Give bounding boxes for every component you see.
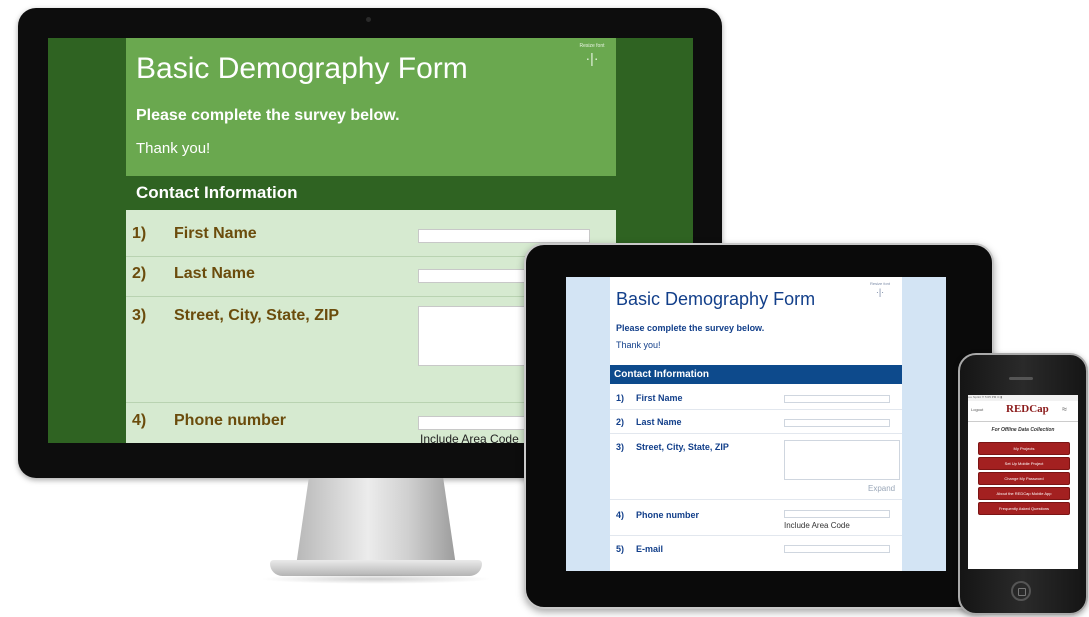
home-button[interactable] bbox=[1011, 581, 1031, 601]
phone-hint: Include Area Code bbox=[420, 432, 519, 443]
field-label-last-name: Last Name bbox=[636, 417, 682, 427]
field-label-phone: Phone number bbox=[174, 412, 287, 429]
redcap-logo: REDCap bbox=[1006, 403, 1049, 415]
change-password-button[interactable]: Change My Password bbox=[978, 472, 1070, 485]
phone-input[interactable] bbox=[784, 510, 890, 518]
field-label-first-name: First Name bbox=[636, 393, 683, 403]
first-name-input[interactable] bbox=[784, 395, 890, 403]
field-number: 1) bbox=[132, 225, 147, 242]
monitor-stand bbox=[296, 478, 456, 566]
field-number: 5) bbox=[616, 544, 625, 554]
setup-mobile-project-button[interactable]: Set Up Mobile Project bbox=[978, 457, 1070, 470]
first-name-input[interactable] bbox=[418, 229, 590, 243]
monitor-camera bbox=[366, 17, 371, 22]
field-number: 1) bbox=[616, 393, 625, 403]
phone-screen: •••• Sprint ✈ 5:05 PM ⊙ ▮ Logout REDCap … bbox=[968, 395, 1078, 569]
my-projects-button[interactable]: My Projects bbox=[978, 442, 1070, 455]
field-label-last-name: Last Name bbox=[174, 265, 255, 282]
resize-font-icon: ·|· bbox=[875, 287, 885, 297]
field-number: 2) bbox=[616, 417, 625, 427]
field-number: 3) bbox=[132, 307, 147, 324]
about-app-button[interactable]: About the REDCap Mobile App bbox=[978, 487, 1070, 500]
section-header: Contact Information bbox=[610, 365, 902, 384]
app-tagline: For Offline Data Collection bbox=[991, 427, 1055, 433]
tablet-screen: Basic Demography Form Resize font ·|· Pl… bbox=[566, 277, 946, 571]
form-instructions: Please complete the survey below. bbox=[136, 107, 400, 124]
phone-hint: Include Area Code bbox=[784, 521, 850, 530]
row-divider bbox=[610, 499, 902, 500]
resize-font-control[interactable]: Resize font ·|· bbox=[860, 281, 900, 298]
tablet-device: Basic Demography Form Resize font ·|· Pl… bbox=[524, 243, 994, 609]
field-number: 4) bbox=[616, 510, 625, 520]
logout-button[interactable]: Logout bbox=[971, 407, 983, 412]
desktop-form-header: Basic Demography Form Resize font ·|· Pl… bbox=[126, 38, 616, 176]
field-number: 2) bbox=[132, 265, 147, 282]
section-header: Contact Information bbox=[126, 176, 616, 210]
page-title: Basic Demography Form bbox=[616, 289, 816, 309]
row-divider bbox=[610, 535, 902, 536]
form-thanks: Thank you! bbox=[616, 340, 661, 350]
home-square-icon bbox=[1018, 588, 1026, 596]
phone-device: •••• Sprint ✈ 5:05 PM ⊙ ▮ Logout REDCap … bbox=[958, 353, 1088, 615]
section-title: Contact Information bbox=[136, 183, 298, 202]
form-instructions: Please complete the survey below. bbox=[616, 323, 765, 333]
field-number: 4) bbox=[132, 412, 147, 429]
last-name-input[interactable] bbox=[784, 419, 890, 427]
field-label-address: Street, City, State, ZIP bbox=[636, 442, 729, 452]
field-label-phone: Phone number bbox=[636, 510, 700, 520]
app-header: Logout REDCap ≈ bbox=[968, 401, 1078, 422]
email-input[interactable] bbox=[784, 545, 890, 553]
faq-button[interactable]: Frequently Asked Questions bbox=[978, 502, 1070, 515]
field-label-address: Street, City, State, ZIP bbox=[174, 307, 340, 324]
wifi-icon: ≈ bbox=[1062, 404, 1067, 414]
resize-font-control[interactable]: Resize font ·|· bbox=[572, 43, 612, 67]
section-title: Contact Information bbox=[614, 369, 709, 380]
address-textarea[interactable] bbox=[784, 440, 900, 480]
page-title: Basic Demography Form bbox=[136, 52, 468, 85]
resize-font-icon: ·|· bbox=[585, 50, 599, 66]
stand-shadow bbox=[260, 574, 492, 584]
field-label-email: E-mail bbox=[636, 544, 664, 554]
form-thanks: Thank you! bbox=[136, 140, 211, 157]
field-label-first-name: First Name bbox=[174, 225, 257, 242]
row-divider bbox=[610, 409, 902, 410]
row-divider bbox=[610, 433, 902, 434]
expand-link[interactable]: Expand bbox=[868, 484, 895, 493]
tablet-survey-form: Basic Demography Form Resize font ·|· Pl… bbox=[610, 277, 902, 571]
field-number: 3) bbox=[616, 442, 625, 452]
phone-speaker bbox=[1009, 377, 1033, 380]
